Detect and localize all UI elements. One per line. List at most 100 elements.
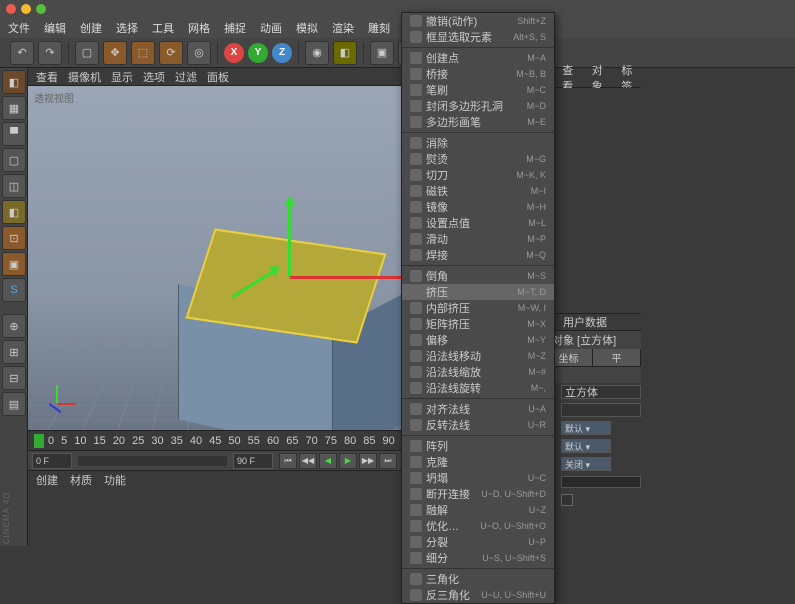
ctx-item[interactable]: 熨烫M~G (402, 151, 554, 167)
play-first-button[interactable]: ⏮ (279, 453, 297, 469)
view-menu-view[interactable]: 查看 (36, 69, 58, 85)
ctx-item[interactable]: 多边形画笔M~E (402, 114, 554, 130)
gizmo-y-axis[interactable] (288, 198, 291, 278)
attr-checkbox[interactable] (561, 494, 573, 506)
object-mode-button[interactable]: ▢ (2, 148, 26, 172)
ctx-item[interactable]: 封闭多边形孔洞M~D (402, 98, 554, 114)
axis-z-toggle[interactable]: Z (272, 43, 292, 63)
ctx-item[interactable]: 挤压M~T, D (402, 284, 554, 300)
ctx-item[interactable]: 反转法线U~R (402, 417, 554, 433)
enable-axis-button[interactable]: ⊕ (2, 314, 26, 338)
subtab-smooth[interactable]: 平 (593, 349, 641, 366)
ctx-item[interactable]: 消除 (402, 135, 554, 151)
ctx-item[interactable]: 创建点M~A (402, 50, 554, 66)
ctx-item[interactable]: 切刀M~K, K (402, 167, 554, 183)
menu-edit[interactable]: 编辑 (44, 20, 66, 36)
ctx-item[interactable]: 倒角M~S (402, 268, 554, 284)
redo-button[interactable]: ↷ (38, 41, 62, 65)
ctx-item[interactable]: 镜像M~H (402, 199, 554, 215)
ctx-item[interactable]: 桥接M~B, B (402, 66, 554, 82)
workplane-lock-button[interactable]: ▤ (2, 392, 26, 416)
point-mode-button[interactable]: ◧ (2, 200, 26, 224)
timeline-ruler[interactable]: 051015202530354045505560657075808590 (28, 430, 401, 450)
bot-tab-create[interactable]: 创建 (36, 472, 58, 488)
menu-mesh[interactable]: 网格 (188, 20, 210, 36)
close-dot[interactable] (6, 4, 16, 14)
ctx-item[interactable]: 撤销(动作)Shift+Z (402, 13, 554, 29)
ctx-item[interactable]: 对齐法线U~A (402, 401, 554, 417)
select-tool[interactable]: ▢ (75, 41, 99, 65)
ctx-item[interactable]: 融解U~Z (402, 502, 554, 518)
menu-animate[interactable]: 动画 (260, 20, 282, 36)
attr-input[interactable] (561, 403, 641, 417)
scale-tool[interactable]: ⬚ (131, 41, 155, 65)
view-menu-camera[interactable]: 摄像机 (68, 69, 101, 85)
lock-button[interactable]: ⊟ (2, 366, 26, 390)
snap-button[interactable]: ⊞ (2, 340, 26, 364)
ctx-item[interactable]: 笔刷M~C (402, 82, 554, 98)
ctx-item[interactable]: 优化…U~O, U~Shift+O (402, 518, 554, 534)
ctx-item[interactable]: 细分U~S, U~Shift+S (402, 550, 554, 566)
ctx-item[interactable]: 克隆 (402, 454, 554, 470)
ctx-item[interactable]: 阵列 (402, 438, 554, 454)
move-tool[interactable]: ✥ (103, 41, 127, 65)
bot-tab-material[interactable]: 材质 (70, 472, 92, 488)
view-menu-options[interactable]: 选项 (143, 69, 165, 85)
ctx-item[interactable]: 滑动M~P (402, 231, 554, 247)
ctx-item[interactable]: 沿法线旋转M~, (402, 380, 554, 396)
timeline-end-input[interactable] (233, 453, 273, 469)
ctx-item[interactable]: 反三角化U~U, U~Shift+U (402, 587, 554, 603)
play-next-button[interactable]: ▶▶ (359, 453, 377, 469)
ctx-item[interactable]: 框显选取元素Alt+S, S (402, 29, 554, 45)
menu-select[interactable]: 选择 (116, 20, 138, 36)
axis-y-toggle[interactable]: Y (248, 43, 268, 63)
uv-point-button[interactable]: S (2, 278, 26, 302)
ctx-item[interactable]: 分裂U~P (402, 534, 554, 550)
menu-simulate[interactable]: 模拟 (296, 20, 318, 36)
perspective-viewport[interactable]: 透视视图 (28, 86, 401, 430)
gizmo-x-axis[interactable] (290, 276, 401, 279)
workplane-button[interactable]: ▀ (2, 122, 26, 146)
ctx-item[interactable]: 沿法线缩放M~# (402, 364, 554, 380)
view-menu-filter[interactable]: 过滤 (175, 69, 197, 85)
minimize-dot[interactable] (21, 4, 31, 14)
attr-dropdown[interactable]: 默认 ▾ (561, 421, 611, 435)
ctx-item[interactable]: 磁铁M~I (402, 183, 554, 199)
ctx-item[interactable]: 偏移M~Y (402, 332, 554, 348)
menu-sculpt[interactable]: 雕刻 (368, 20, 390, 36)
menu-file[interactable]: 文件 (8, 20, 30, 36)
last-tool[interactable]: ◎ (187, 41, 211, 65)
ctx-item[interactable]: 坍塌U~C (402, 470, 554, 486)
coord-sys-button[interactable]: ◉ (305, 41, 329, 65)
attr-color[interactable] (561, 476, 641, 488)
ctx-item[interactable]: 内部挤压M~W, I (402, 300, 554, 316)
view-menu-panel[interactable]: 面板 (207, 69, 229, 85)
cube-primitive-button[interactable]: ◧ (333, 41, 357, 65)
play-last-button[interactable]: ⏭ (379, 453, 397, 469)
play-forward-button[interactable]: ▶ (339, 453, 357, 469)
texture-mode-button[interactable]: ▦ (2, 96, 26, 120)
edge-mode-button[interactable]: ⊡ (2, 226, 26, 250)
render-button[interactable]: ▣ (370, 41, 394, 65)
maximize-dot[interactable] (36, 4, 46, 14)
polygon-mode-button[interactable]: ▣ (2, 252, 26, 276)
rotate-tool[interactable]: ⟳ (159, 41, 183, 65)
bot-tab-function[interactable]: 功能 (104, 472, 126, 488)
ctx-item[interactable]: 沿法线移动M~Z (402, 348, 554, 364)
play-prev-button[interactable]: ◀◀ (299, 453, 317, 469)
axis-mode-button[interactable]: ◫ (2, 174, 26, 198)
ctx-item[interactable]: 断开连接U~D, U~Shift+D (402, 486, 554, 502)
attr-dropdown[interactable]: 关闭 ▾ (561, 457, 611, 471)
timeline-playhead[interactable] (34, 434, 44, 448)
menu-render[interactable]: 渲染 (332, 20, 354, 36)
ctx-item[interactable]: 矩阵挤压M~X (402, 316, 554, 332)
undo-button[interactable]: ↶ (10, 41, 34, 65)
attr-tab-userdata[interactable]: 用户数据 (563, 314, 607, 330)
menu-tools[interactable]: 工具 (152, 20, 174, 36)
view-menu-display[interactable]: 显示 (111, 69, 133, 85)
ctx-item[interactable]: 焊接M~Q (402, 247, 554, 263)
ctx-item[interactable]: 设置点值M~L (402, 215, 554, 231)
play-back-button[interactable]: ◀ (319, 453, 337, 469)
menu-create[interactable]: 创建 (80, 20, 102, 36)
model-mode-button[interactable]: ◧ (2, 70, 26, 94)
